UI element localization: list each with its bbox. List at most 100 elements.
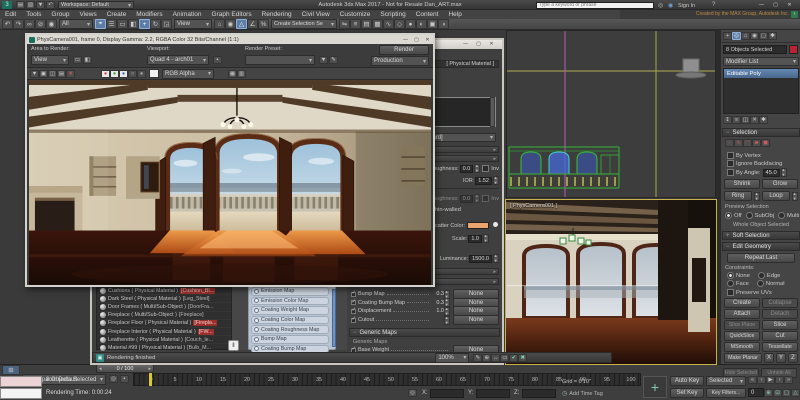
set-key-button[interactable]: Set Key [670, 388, 704, 398]
fov-icon[interactable]: △ [791, 389, 800, 397]
material-editor-icon[interactable]: ● [405, 19, 416, 29]
maxscript-listener-pink[interactable] [0, 376, 42, 387]
workspace-dropdown[interactable]: Workspace: Default [58, 1, 134, 9]
slice-button[interactable]: Slice [762, 320, 798, 330]
menu-group[interactable]: Group [46, 11, 74, 18]
open-file-icon[interactable]: ▧ [26, 1, 35, 9]
confirm-icon[interactable]: ✔ [509, 354, 518, 362]
by-angle-checkbox[interactable]: By Angle: 45.0 [727, 168, 787, 177]
make-planar-button[interactable]: Make Planar [724, 353, 762, 363]
loop-spinner[interactable] [792, 192, 798, 201]
eyedropper-icon[interactable]: ✎ [473, 354, 482, 362]
clone-window-icon[interactable]: ◫ [48, 70, 57, 78]
area-to-render-dropdown[interactable]: View [31, 55, 69, 65]
map-slot-item[interactable]: Emission Map [251, 287, 329, 296]
scatter-color-swatch[interactable] [467, 222, 489, 229]
luminance-spinner[interactable] [493, 254, 499, 263]
grow-button[interactable]: Grow [762, 179, 798, 189]
z-coordinate-field[interactable] [522, 389, 556, 398]
use-pivot-point-icon[interactable]: ⌂ [214, 19, 225, 29]
render-button[interactable]: Render [379, 45, 429, 55]
map-amount-spinner[interactable] [444, 316, 450, 325]
repeat-last-button[interactable]: Repeat Last [727, 253, 795, 263]
mirror-icon[interactable]: ⇋ [339, 19, 350, 29]
detach-button[interactable]: Detach [762, 309, 798, 319]
current-frame-field[interactable]: 0 [748, 388, 764, 397]
preview-subobj-radio[interactable]: SubObj [746, 212, 774, 219]
coating-inv-checkbox[interactable]: Inv [482, 195, 499, 202]
map-none-button[interactable]: None [453, 315, 499, 325]
graphite-ribbon-icon[interactable]: ▦ [372, 19, 383, 29]
viewport-camera-shaded[interactable]: [ PhysCamera001 ] [505, 199, 717, 365]
time-slider[interactable]: ◂ 0 / 100 ▸ [96, 364, 154, 373]
bind-to-space-warp-icon[interactable]: ◉ [46, 19, 57, 29]
menu-views[interactable]: Views [74, 11, 101, 18]
window-crossing-icon[interactable]: ◧ [128, 19, 139, 29]
luminance-value[interactable]: 1500.0 [469, 255, 492, 263]
rfw-minimize-icon[interactable]: — [400, 36, 411, 44]
maximize-button[interactable]: ▢ [770, 1, 781, 9]
roughness-inv-checkbox[interactable]: Inv [482, 165, 499, 172]
x-coordinate-field[interactable] [430, 389, 464, 398]
rendered-image[interactable] [29, 80, 431, 285]
search-input[interactable] [536, 2, 654, 9]
map-slot-item[interactable]: Bump Map [251, 335, 329, 344]
select-object-icon[interactable]: ⌖ [95, 19, 106, 29]
material-item-dark-steel[interactable]: Dark Steel ( Physical Material ) [Leg_St… [98, 295, 231, 303]
sign-in-link[interactable]: Sign In [678, 3, 695, 9]
cut-button[interactable]: Cut [762, 331, 798, 341]
render-preset-dropdown[interactable] [245, 55, 315, 65]
tab-hierarchy-icon[interactable]: ⌂ [741, 32, 750, 40]
viewport-layout-button-1[interactable]: ⊞ [2, 365, 20, 375]
planar-y-button[interactable]: Y [776, 353, 786, 363]
reference-coordinate-dropdown[interactable]: View [174, 19, 212, 29]
scale-value[interactable]: 1.0 [468, 235, 482, 243]
menu-create[interactable]: Create [102, 11, 132, 18]
render-mode-dropdown[interactable]: Production [371, 56, 429, 66]
constraint-edge-radio[interactable]: Edge [758, 272, 781, 279]
attach-button[interactable]: Attach [724, 309, 760, 319]
time-slider-marker[interactable] [149, 373, 152, 386]
stack-item-editable-poly[interactable]: Editable Poly [724, 69, 798, 78]
scatter-connect-dot[interactable] [493, 222, 498, 227]
polygon-mode-icon[interactable]: ▰ [752, 139, 761, 147]
select-and-scale-icon[interactable]: ◲ [161, 19, 172, 29]
roughness-value[interactable]: 0.0 [460, 165, 474, 173]
ignore-backfacing-checkbox[interactable]: Ignore Backfacing [727, 160, 782, 167]
menu-customize[interactable]: Customize [335, 11, 376, 18]
edit-geometry-rollout-header[interactable]: Edit Geometry [722, 242, 800, 251]
transform-type-in-icon[interactable]: ◎ [408, 389, 417, 397]
render-production-icon[interactable]: ◑ [438, 19, 449, 29]
go-to-start-icon[interactable]: « [748, 376, 757, 384]
zoom-all-icon[interactable]: ⊡ [773, 389, 782, 397]
preset-save-icon[interactable]: ▼ [319, 56, 328, 64]
element-mode-icon[interactable]: ◼ [761, 139, 770, 147]
tab-display-icon[interactable]: ▢ [759, 32, 768, 40]
channel-display-dropdown[interactable]: RGB Alpha [162, 69, 214, 79]
viewport-label[interactable]: [ PhysCamera001 ] [510, 203, 557, 209]
map-slot-item[interactable]: Coating Roughness Map [251, 325, 329, 334]
slate-maximize-icon[interactable]: ▢ [473, 40, 484, 48]
make-unique-icon[interactable]: ◫ [741, 116, 750, 124]
viewport-front-wireframe[interactable] [506, 30, 716, 198]
rfw-maximize-icon[interactable]: ▢ [411, 36, 422, 44]
rendered-frame-window-icon[interactable]: ▣ [427, 19, 438, 29]
region-tool-icon[interactable]: ▭ [500, 354, 509, 362]
material-item-fireplace-floor[interactable]: Fireplace Floor ( Physical Material ) [F… [98, 320, 231, 328]
tab-motion-icon[interactable]: ◉ [750, 32, 759, 40]
quickslice-button[interactable]: QuickSlice [724, 331, 760, 341]
remove-modifier-icon[interactable]: ✕ [750, 116, 759, 124]
zoom-icon[interactable]: ⊕ [764, 389, 773, 397]
percent-snap-icon[interactable]: % [258, 19, 269, 29]
minimize-button[interactable]: — [756, 1, 767, 9]
vertex-mode-icon[interactable]: ∴ [725, 139, 734, 147]
border-mode-icon[interactable]: ◠ [743, 139, 752, 147]
banner-arrow-icon[interactable]: › [791, 11, 798, 18]
coating-roughness-value[interactable]: 0.0 [460, 195, 474, 203]
zoom-extents-icon[interactable]: ▢ [782, 389, 791, 397]
tab-utilities-icon[interactable]: ✱ [768, 32, 777, 40]
node-scrollbar[interactable] [332, 289, 336, 347]
extra-tool-icon[interactable]: ✖ [518, 354, 527, 362]
map-enable-checkbox[interactable] [351, 309, 356, 314]
object-color-swatch[interactable] [789, 45, 798, 54]
